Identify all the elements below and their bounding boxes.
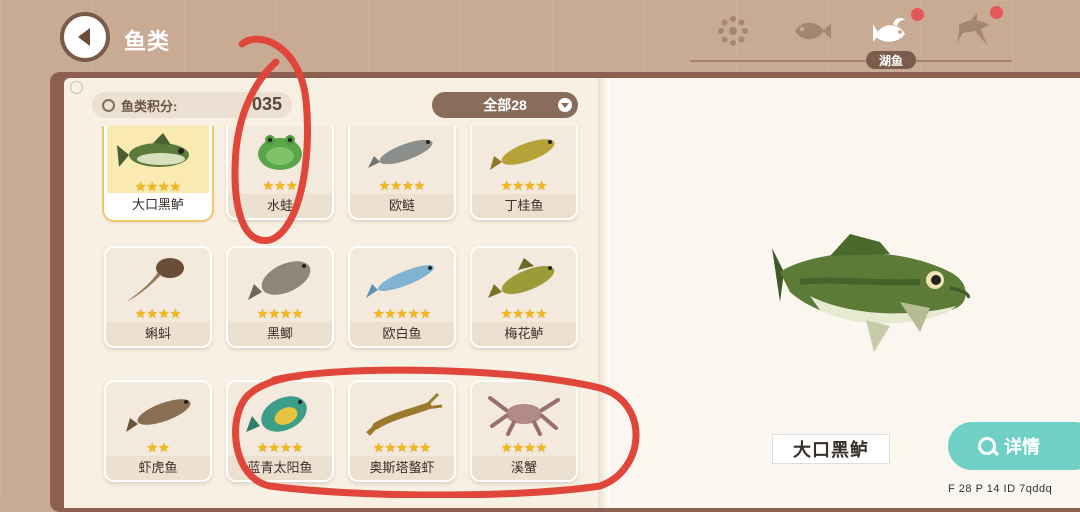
chevron-down-icon [558,98,572,112]
page-corner-decoration [70,81,83,94]
back-arrow-icon [77,28,90,46]
fish-name: 虾虎鱼 [138,460,178,475]
detail-button-label: 详情 [1004,437,1040,457]
fish-score-bar: 鱼类积分: 035 [92,92,292,118]
flower-icon [718,16,748,46]
tab-lake-fish[interactable] [866,8,916,54]
debug-info: F 28 P 14 ID 7qddq [948,483,1053,495]
fish-grid: ★★★★ 大口黑鲈 ★★★ 水蛙 ★★★★ 欧鲢 ★★★★ 丁桂鱼 ★★★★ 蝌… [100,126,590,498]
fish-card-crucian-carp[interactable]: ★★★★ 黑鲫 [226,246,334,348]
shark-icon [957,13,989,45]
tadpole-image [126,258,184,302]
tench-image [490,139,555,170]
search-icon [978,437,996,455]
rating-stars: ★★★ [262,178,298,193]
goby-image [126,399,191,432]
chub-image [368,139,433,168]
fish-card-perch[interactable]: ★★★★ 梅花鲈 [470,246,578,348]
filter-dropdown[interactable]: 全部28 [432,92,578,118]
bluegill-image [246,396,307,432]
fish-name: 溪蟹 [510,460,537,475]
tab-shark-badge [990,6,1003,19]
largemouth-bass-illustration [772,234,970,352]
tab-lake-fish-badge [911,8,924,21]
rating-stars: ★★★★ [500,178,548,193]
perch-image [488,258,555,298]
fish-card-bluegill[interactable]: ★★★★ 蓝青太阳鱼 [226,380,334,482]
fish-name: 黑鲫 [266,326,293,341]
fish-name: 欧鲢 [388,198,415,213]
frog-image [258,135,302,170]
fish-card-european-chub[interactable]: ★★★★ 欧鲢 [348,126,456,220]
bleak-image [366,265,434,298]
rating-stars: ★★★★ [500,440,548,455]
rating-stars: ★★★★★ [372,306,432,321]
fish-card-freshwater-crab[interactable]: ★★★★ 溪蟹 [470,380,578,482]
tab-underline [690,60,1012,62]
rating-stars: ★★★★ [500,306,548,321]
fish-card-frog[interactable]: ★★★ 水蛙 [226,126,334,220]
fish-card-crayfish[interactable]: ★★★★★ 奥斯塔螯虾 [348,380,456,482]
fish-name: 丁桂鱼 [504,198,544,213]
filter-label: 全部28 [483,97,527,113]
fish-card-common-bleak[interactable]: ★★★★★ 欧白鱼 [348,246,456,348]
fish-name: 水蛙 [266,198,293,213]
category-tabs: 湖鱼 [690,6,1020,70]
rating-stars: ★★★★★ [372,440,432,455]
fish-name: 蝌蚪 [144,326,171,341]
fish-icon [795,22,831,40]
book-spine [598,78,610,508]
bass-image [117,133,189,167]
medal-icon [102,98,115,112]
back-button[interactable] [60,12,110,62]
rating-stars: ★★★★ [378,178,426,193]
fish-name: 奥斯塔螯虾 [369,460,435,475]
score-value: 035 [251,94,282,114]
fish-card-tench[interactable]: ★★★★ 丁桂鱼 [470,126,578,220]
crab-image [488,396,560,436]
crucian-image [248,261,311,300]
rating-stars: ★★★★ [256,440,304,455]
fish-name: 欧白鱼 [382,326,422,341]
fish-name: 蓝青太阳鱼 [247,460,313,475]
fish-card-largemouth-bass[interactable]: ★★★★ 大口黑鲈 [104,126,212,220]
tab-flower[interactable] [708,8,758,54]
fish-name: 大口黑鲈 [131,197,184,212]
detail-button[interactable]: 详情 [948,422,1080,470]
fish-card-goby[interactable]: ★★ 虾虎鱼 [104,380,212,482]
score-label: 鱼类积分: [121,98,178,114]
crayfish-image [366,392,443,436]
rating-stars: ★★★★ [256,306,304,321]
lake-fish-icon [873,17,905,42]
rating-stars: ★★★★ [134,306,182,321]
fish-card-tadpole[interactable]: ★★★★ 蝌蚪 [104,246,212,348]
fish-name: 梅花鲈 [504,326,544,341]
rating-stars: ★★ [146,440,170,455]
tab-fish[interactable] [786,8,836,54]
tab-label-lake-fish: 湖鱼 [866,51,916,69]
selected-fish-name: 大口黑鲈 [772,434,890,464]
page-title: 鱼类 [124,29,171,54]
